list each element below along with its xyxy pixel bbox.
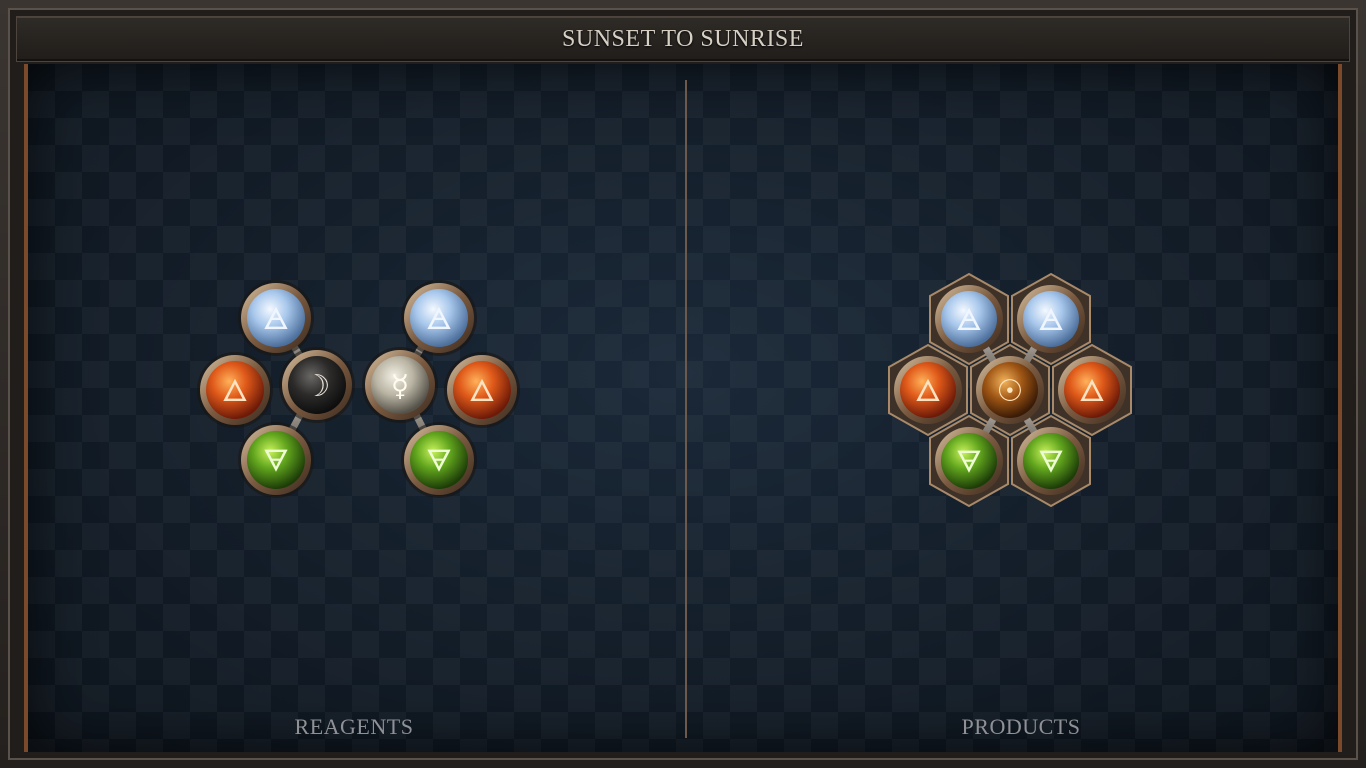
atom-air: 🜁 <box>401 280 477 356</box>
atom-earth: 🜃 <box>238 422 314 498</box>
atom-earth: 🜃 <box>1017 427 1085 495</box>
fire-icon: 🜂 <box>915 374 941 409</box>
moon-icon: ☽ <box>304 369 331 404</box>
air-icon: 🜁 <box>1038 303 1064 338</box>
mercury-icon: ☿ <box>391 369 409 404</box>
fire-icon: 🜂 <box>469 374 495 409</box>
atom-air: 🜁 <box>935 285 1003 353</box>
reagent-molecule: 🜁 🜂 🜃 ☽ ☿ 🜁 🜂 🜃 <box>197 280 520 498</box>
air-icon: 🜁 <box>426 302 452 337</box>
atom-moon: ☽ <box>279 347 355 423</box>
atom-mercury: ☿ <box>362 347 438 423</box>
atom-fire: 🜂 <box>894 356 962 424</box>
molecule-layer: 🜁 🜂 🜃 ☽ ☿ 🜁 🜂 🜃 🜁 🜁 🜂 ☉ 🜂 🜃 🜃 <box>197 272 1132 508</box>
atom-earth: 🜃 <box>401 422 477 498</box>
earth-icon: 🜃 <box>956 445 982 480</box>
air-icon: 🜁 <box>263 302 289 337</box>
atom-fire: 🜂 <box>444 352 520 428</box>
atom-gold: ☉ <box>976 356 1044 424</box>
game-window: SUNSET TO SUNRISE REAGENTS PRODUCTS 🜁 🜂 … <box>0 0 1366 768</box>
fire-icon: 🜂 <box>222 374 248 409</box>
atom-air: 🜁 <box>1017 285 1085 353</box>
air-icon: 🜁 <box>956 303 982 338</box>
earth-icon: 🜃 <box>1038 445 1064 480</box>
atom-fire: 🜂 <box>1058 356 1126 424</box>
atom-air: 🜁 <box>238 280 314 356</box>
earth-icon: 🜃 <box>426 444 452 479</box>
atom-fire: 🜂 <box>197 352 273 428</box>
fire-icon: 🜂 <box>1079 374 1105 409</box>
gold-icon: ☉ <box>997 374 1024 409</box>
atom-earth: 🜃 <box>935 427 1003 495</box>
earth-icon: 🜃 <box>263 444 289 479</box>
product-molecule: 🜁 🜁 🜂 ☉ 🜂 🜃 🜃 <box>888 272 1132 508</box>
